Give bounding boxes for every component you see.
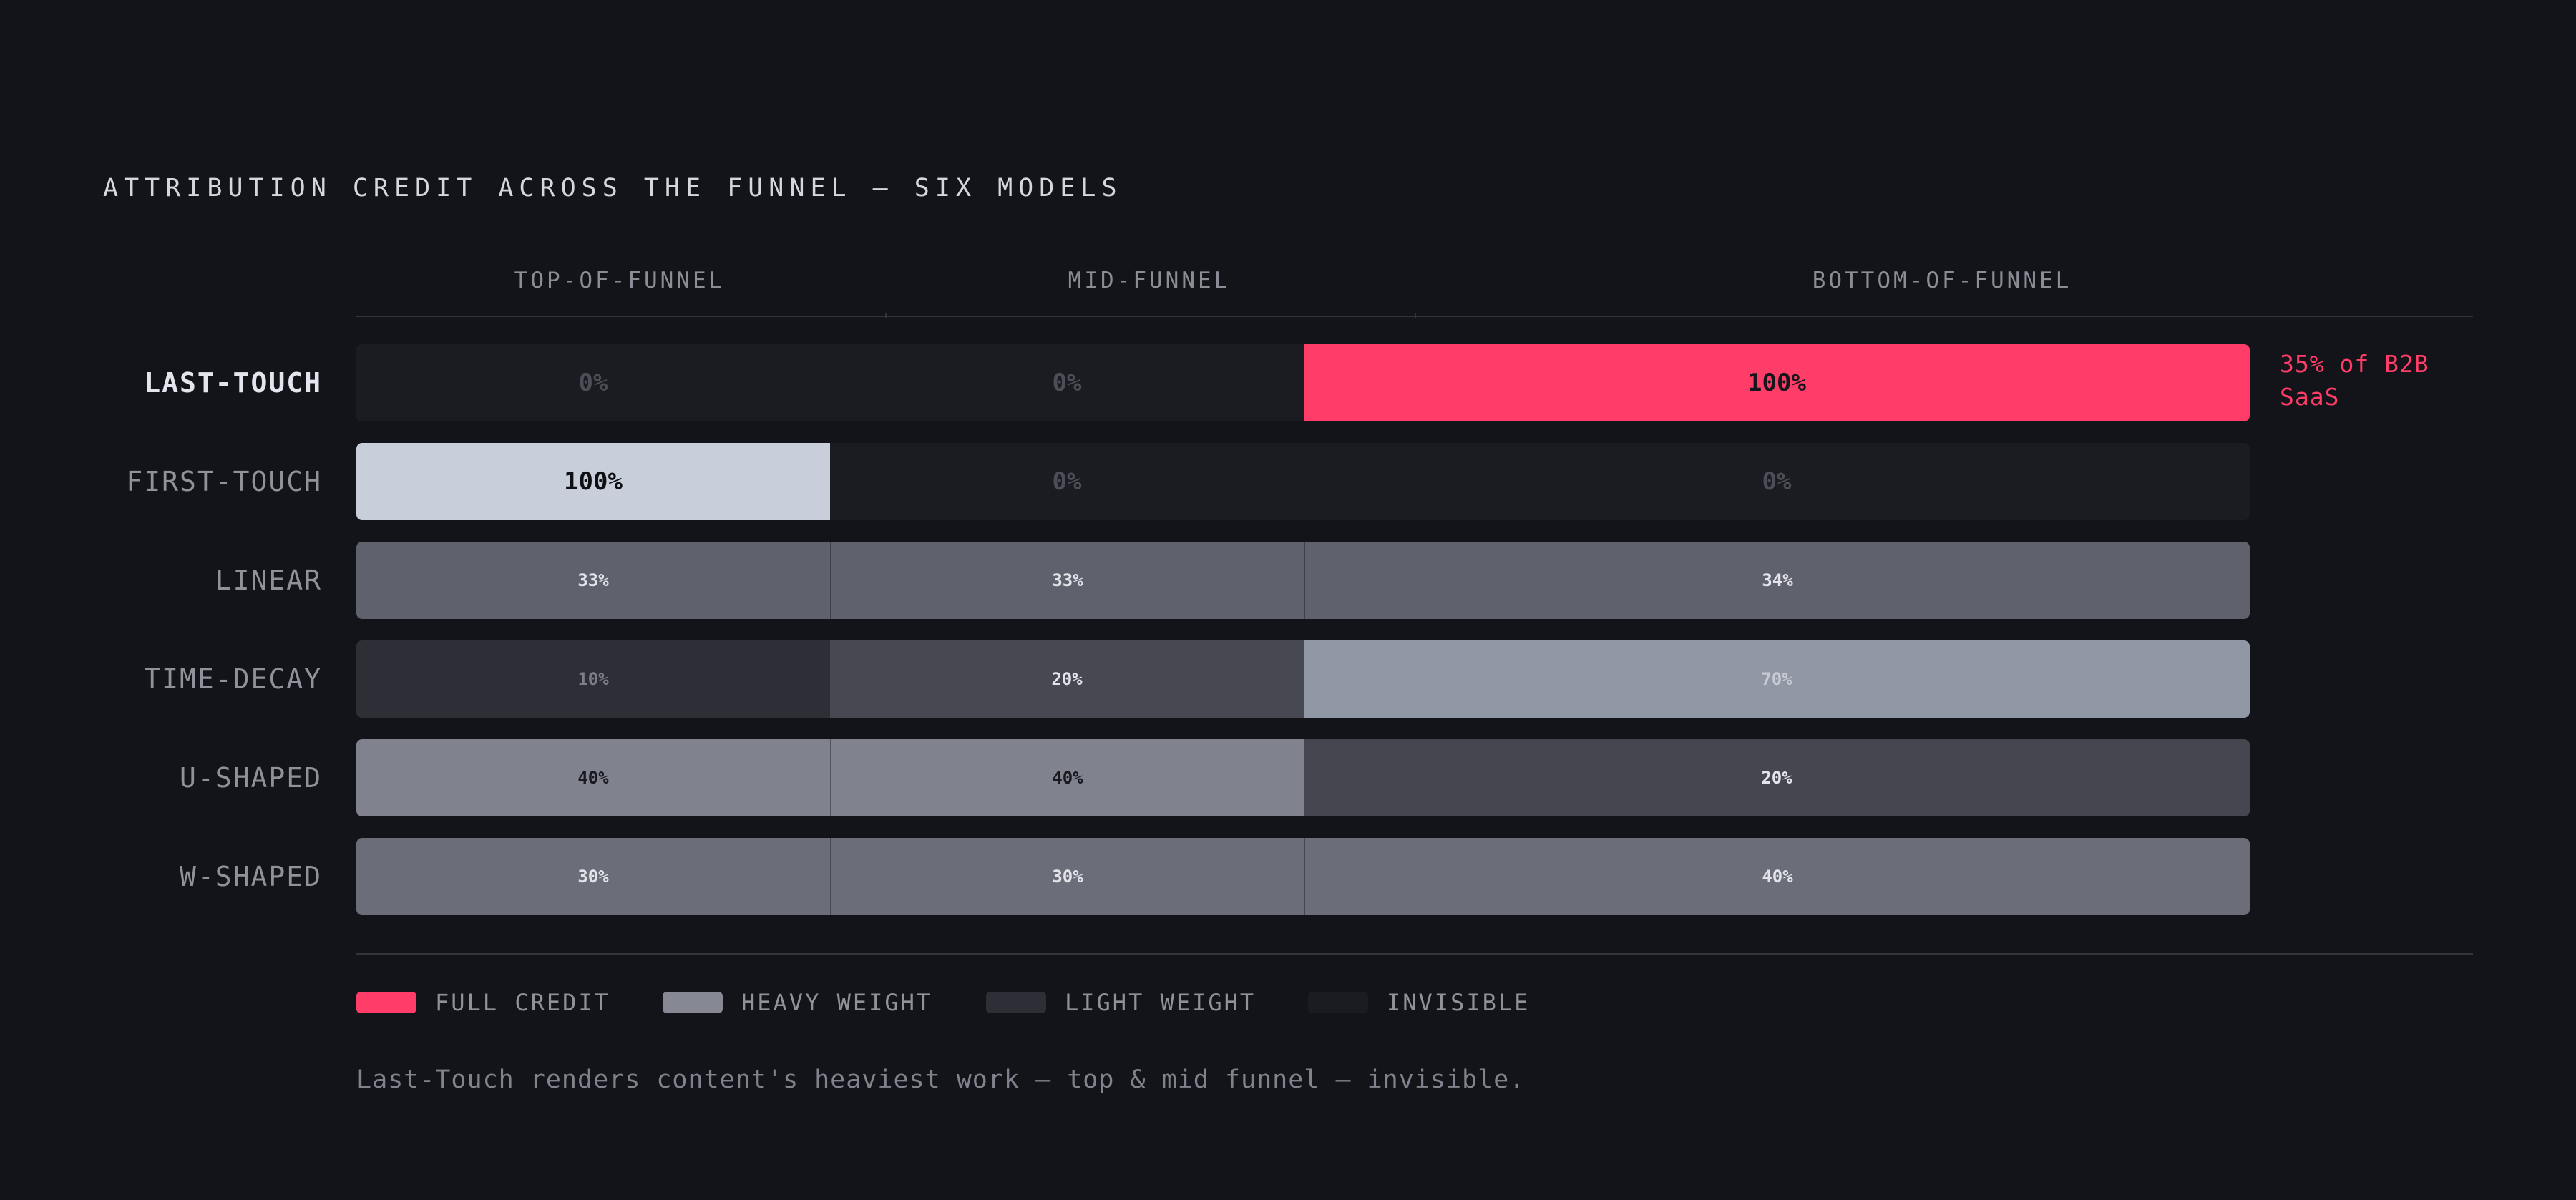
bar-segment: 33%: [356, 542, 830, 619]
bar-segment: 20%: [1304, 739, 2250, 816]
segment-value-label: 40%: [1762, 867, 1793, 887]
header-tick: [885, 313, 887, 318]
legend-item-invisible: INVISIBLE: [1308, 989, 1530, 1016]
bar-segment: 0%: [1304, 443, 2250, 520]
row-label: W-SHAPED: [179, 861, 322, 892]
row-label: LINEAR: [215, 565, 322, 596]
legend-label: LIGHT WEIGHT: [1065, 989, 1257, 1016]
column-header-bottom-of-funnel: BOTTOM-OF-FUNNEL: [1812, 268, 2072, 293]
segment-value-label: 10%: [577, 669, 609, 689]
legend-item-light-weight: LIGHT WEIGHT: [986, 989, 1256, 1016]
segment-value-label: 30%: [577, 867, 609, 887]
bar-track: 30% 30% 40%: [356, 838, 2250, 915]
legend-label: INVISIBLE: [1387, 989, 1531, 1016]
bar-track: 33% 33% 34%: [356, 542, 2250, 619]
segment-value-label: 100%: [564, 467, 623, 496]
segment-value-label: 0%: [578, 369, 608, 397]
chart-caption: Last-Touch renders content's heaviest wo…: [356, 1065, 1526, 1094]
row-label: FIRST-TOUCH: [126, 466, 322, 497]
segment-value-label: 20%: [1051, 669, 1083, 689]
legend-swatch-light-weight: [986, 992, 1046, 1013]
bar-segment: 10%: [356, 640, 830, 718]
segment-value-label: 33%: [577, 570, 609, 590]
bar-track: 0% 0% 100%: [356, 344, 2250, 421]
legend-swatch-invisible: [1308, 992, 1368, 1013]
bar-segment: 20%: [830, 640, 1304, 718]
legend-divider: [356, 953, 2473, 955]
bar-segment: 30%: [830, 838, 1304, 915]
segment-value-label: 40%: [1052, 768, 1083, 788]
row-label: LAST-TOUCH: [144, 367, 322, 399]
bar-segment: 40%: [830, 739, 1304, 816]
segment-value-label: 40%: [577, 768, 609, 788]
segment-value-label: 0%: [1762, 467, 1792, 496]
bar-segment: 33%: [830, 542, 1304, 619]
header-tick: [1415, 313, 1416, 318]
segment-value-label: 70%: [1761, 669, 1792, 689]
row-label: TIME-DECAY: [144, 663, 322, 695]
bar-segment: 0%: [356, 344, 830, 421]
row-label: U-SHAPED: [179, 762, 322, 794]
legend-swatch-heavy-weight: [663, 992, 723, 1013]
bar-segment: 34%: [1304, 542, 2250, 619]
last-touch-annotation: 35% of B2B SaaS: [2280, 350, 2429, 411]
bar-segment: 70%: [1304, 640, 2250, 718]
chart-title: ATTRIBUTION CREDIT ACROSS THE FUNNEL — S…: [103, 174, 1123, 203]
segment-value-label: 100%: [1747, 369, 1806, 397]
column-header-mid-funnel: MID-FUNNEL: [1068, 268, 1231, 293]
legend-swatch-full-credit: [356, 992, 416, 1013]
bar-track: 40% 40% 20%: [356, 739, 2250, 816]
legend-label: HEAVY WEIGHT: [741, 989, 933, 1016]
bar-track: 10% 20% 70%: [356, 640, 2250, 718]
bar-segment: 40%: [1304, 838, 2250, 915]
segment-value-label: 0%: [1052, 467, 1082, 496]
bar-segment: 0%: [830, 443, 1304, 520]
bar-track: 100% 0% 0%: [356, 443, 2250, 520]
bar-segment: 100%: [1304, 344, 2250, 421]
segment-value-label: 33%: [1052, 570, 1083, 590]
bar-segment: 100%: [356, 443, 830, 520]
segment-value-label: 0%: [1052, 369, 1082, 397]
segment-value-label: 30%: [1052, 867, 1083, 887]
segment-value-label: 34%: [1762, 570, 1793, 590]
segment-value-label: 20%: [1761, 768, 1792, 788]
bar-segment: 40%: [356, 739, 830, 816]
legend-label: FULL CREDIT: [435, 989, 610, 1016]
bar-segment: 0%: [830, 344, 1304, 421]
legend-item-heavy-weight: HEAVY WEIGHT: [663, 989, 932, 1016]
bar-segment: 30%: [356, 838, 830, 915]
legend-item-full-credit: FULL CREDIT: [356, 989, 610, 1016]
column-header-top-of-funnel: TOP-OF-FUNNEL: [514, 268, 726, 293]
